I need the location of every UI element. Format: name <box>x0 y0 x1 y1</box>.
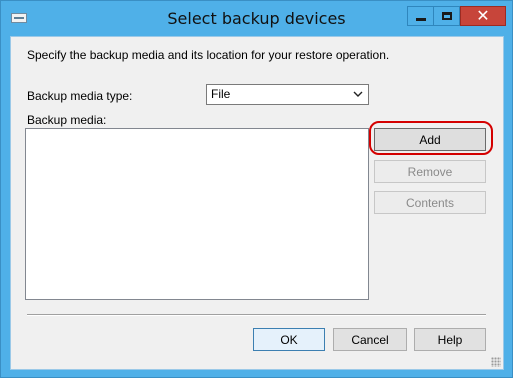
select-backup-devices-dialog: Select backup devices ✕ Specify the back… <box>0 0 513 378</box>
title-bar[interactable]: Select backup devices ✕ <box>1 1 512 35</box>
backup-media-list[interactable] <box>25 128 369 300</box>
cancel-button[interactable]: Cancel <box>333 328 407 351</box>
resize-grip[interactable] <box>491 357 501 367</box>
chevron-down-icon <box>353 91 363 97</box>
backup-media-type-label: Backup media type: <box>27 89 133 103</box>
maximize-button[interactable] <box>434 6 460 26</box>
close-button[interactable]: ✕ <box>460 6 506 26</box>
backup-media-type-value: File <box>211 87 231 101</box>
remove-button[interactable]: Remove <box>374 160 486 183</box>
dialog-body: Specify the backup media and its locatio… <box>10 36 504 370</box>
add-button[interactable]: Add <box>374 128 486 151</box>
separator <box>27 314 486 316</box>
backup-media-label: Backup media: <box>27 113 107 127</box>
help-button[interactable]: Help <box>414 328 486 351</box>
minimize-icon <box>415 17 426 21</box>
contents-button[interactable]: Contents <box>374 191 486 214</box>
close-icon: ✕ <box>476 6 490 25</box>
ok-button[interactable]: OK <box>253 328 325 351</box>
backup-media-type-select[interactable]: File <box>206 84 369 105</box>
maximize-icon <box>441 12 452 20</box>
minimize-button[interactable] <box>407 6 434 26</box>
instruction-text: Specify the backup media and its locatio… <box>27 48 390 62</box>
